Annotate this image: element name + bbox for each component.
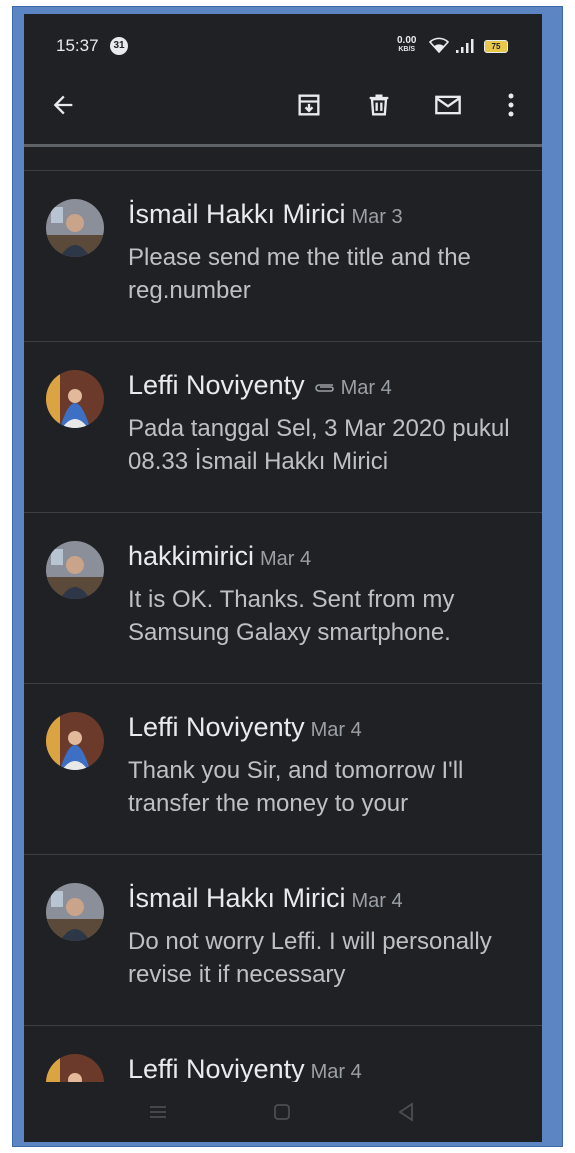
sender-line: Leffi Noviyenty Mar 4 [128,370,392,401]
net-speed: 0.00 KB/S [397,36,416,54]
sender-line: Leffi Noviyenty Mar 4 [128,1054,362,1085]
message-snippet: Please send me the title and the reg.num… [128,244,471,304]
sender-line: hakkimirici Mar 4 [128,541,311,572]
avatar-woman [46,370,104,428]
delete-icon[interactable] [362,88,396,122]
message-date: Mar 4 [351,890,403,912]
avatar-man [46,199,104,257]
sender-line: Leffi Noviyenty Mar 4 [128,712,362,743]
wifi-icon [429,37,449,54]
system-nav-bar [24,1082,542,1142]
toolbar [24,70,542,140]
sender-name: hakkimirici [128,541,255,571]
message-list: İsmail Hakkı Mirici Mar 3 Please send me … [24,170,542,1142]
message-date: Mar 4 [260,548,312,570]
message-date: Mar 4 [310,1061,362,1083]
signal-icon [456,39,474,53]
message-snippet: Pada tanggal Sel, 3 Mar 2020 pukul 08.33… [128,415,510,475]
sender-name: İsmail Hakkı Mirici [128,883,346,913]
sender-name: Leffi Noviyenty [128,712,305,742]
message-date: Mar 3 [351,206,403,228]
message-snippet: It is OK. Thanks. Sent from my Samsung G… [128,586,455,646]
sender-line: İsmail Hakkı Mirici Mar 4 [128,883,403,914]
message-date: Mar 4 [340,377,392,399]
net-speed-unit: KB/S [398,46,416,53]
back-nav-icon[interactable] [394,1100,418,1124]
home-icon[interactable] [270,1100,294,1124]
message-row[interactable]: İsmail Hakkı Mirici Mar 4 Do not worry Le… [24,854,542,1025]
sender-name: İsmail Hakkı Mirici [128,199,346,229]
status-time: 15:37 [56,36,99,55]
attachment-icon [313,381,335,399]
phone-screen: 15:37 31 0.00 KB/S 75 İsmail Hakkı Miric… [24,14,542,1142]
message-snippet: Do not worry Leffi. I will personally re… [128,928,492,988]
status-bar: 15:37 31 0.00 KB/S 75 [24,14,542,66]
battery-icon: 75 [484,40,508,53]
notification-badge: 31 [110,37,128,55]
back-arrow-icon[interactable] [46,88,80,122]
message-row[interactable]: hakkimirici Mar 4 It is OK. Thanks. Sent … [24,512,542,683]
message-snippet: Thank you Sir, and tomorrow I'll transfe… [128,757,464,817]
header-divider [24,144,542,147]
more-vert-icon[interactable] [494,88,528,122]
message-date: Mar 4 [310,719,362,741]
message-row[interactable]: İsmail Hakkı Mirici Mar 3 Please send me … [24,170,542,341]
recents-icon[interactable] [146,1100,170,1124]
message-row[interactable]: Leffi Noviyenty Mar 4 Thank you Sir, and … [24,683,542,854]
avatar-woman [46,712,104,770]
sender-name: Leffi Noviyenty [128,1054,305,1084]
sender-line: İsmail Hakkı Mirici Mar 3 [128,199,403,230]
archive-icon[interactable] [292,88,326,122]
avatar-man [46,541,104,599]
sender-name: Leffi Noviyenty [128,370,305,400]
mark-unread-icon[interactable] [431,88,465,122]
message-row[interactable]: Leffi Noviyenty Mar 4 Pada tanggal Sel, 3… [24,341,542,512]
avatar-man [46,883,104,941]
